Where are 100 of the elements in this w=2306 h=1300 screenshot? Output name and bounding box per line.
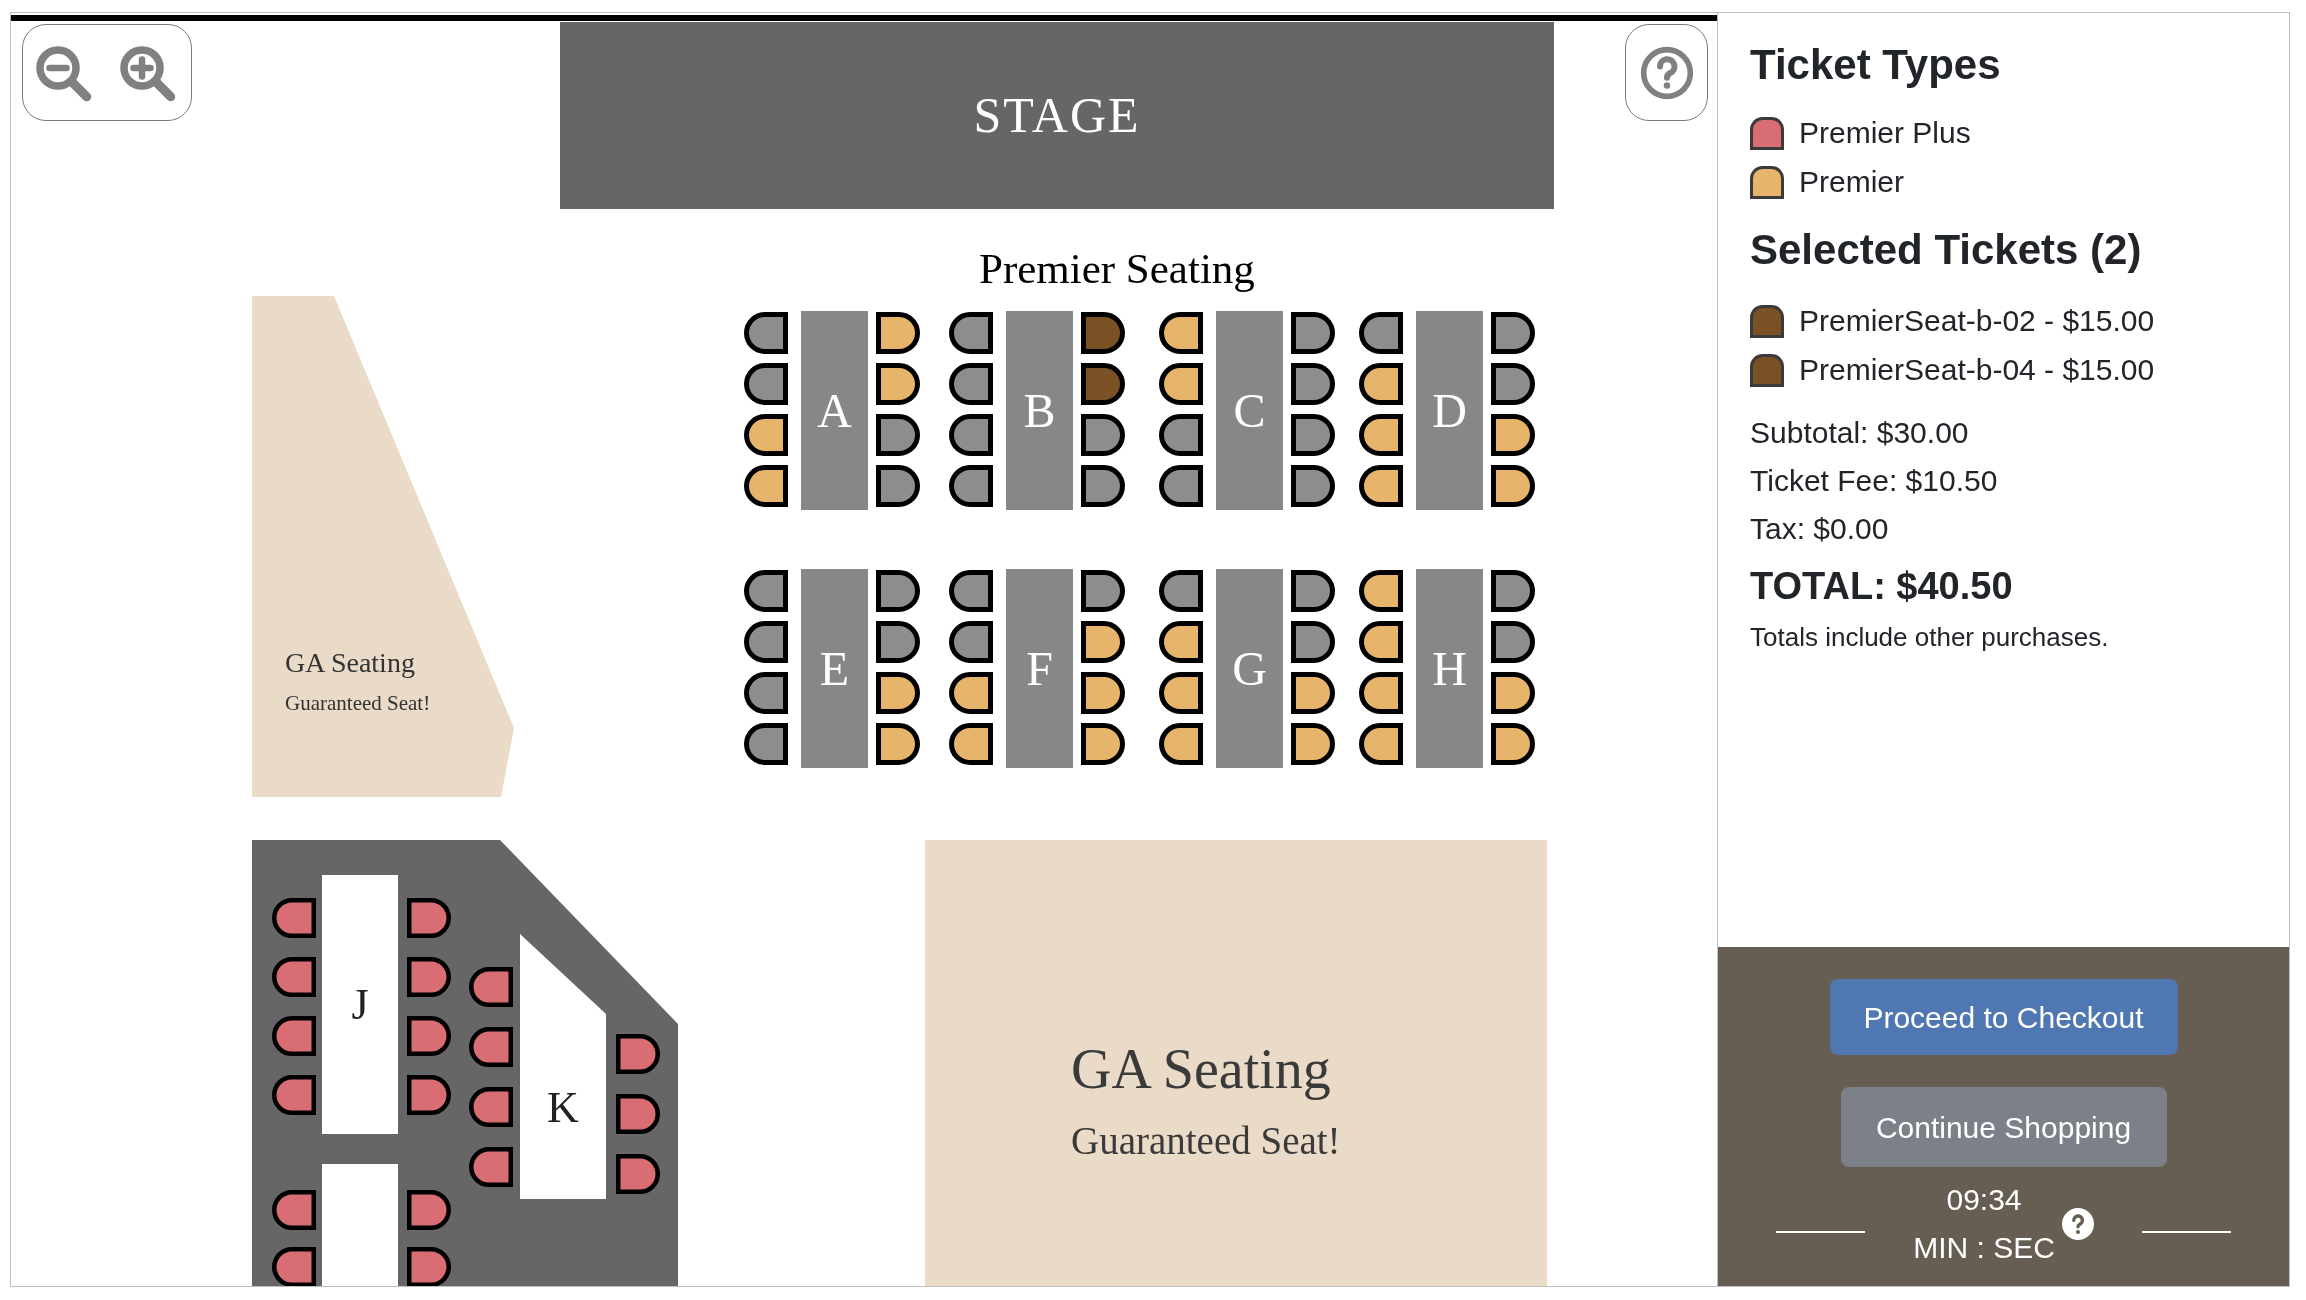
seat-icon[interactable] — [1291, 363, 1335, 405]
seat-icon[interactable] — [1081, 723, 1125, 765]
seat-icon[interactable] — [1359, 312, 1403, 354]
seat-icon[interactable] — [876, 312, 920, 354]
continue-shopping-button[interactable]: Continue Shopping — [1840, 1087, 2167, 1167]
section-title: Selected Tickets (2) — [1750, 225, 2142, 275]
seat-icon[interactable] — [744, 414, 788, 456]
seat-icon[interactable] — [1491, 672, 1535, 714]
seat-icon[interactable] — [744, 465, 788, 507]
ga-seating-area[interactable]: GA Seating Guaranteed Seat! — [925, 840, 1547, 1286]
seat-icon[interactable] — [272, 1075, 316, 1115]
seat-icon[interactable] — [949, 363, 993, 405]
seat-icon[interactable] — [407, 1016, 451, 1056]
seat-icon[interactable] — [469, 1147, 513, 1187]
timer-units: MIN : SEC — [1913, 1230, 2055, 1266]
seat-icon[interactable] — [616, 1154, 660, 1194]
seat-icon[interactable] — [1159, 672, 1203, 714]
help-icon[interactable] — [2061, 1208, 2094, 1240]
seat-icon[interactable] — [1359, 465, 1403, 507]
seat-icon[interactable] — [1491, 414, 1535, 456]
seat-icon[interactable] — [744, 312, 788, 354]
seat-icon[interactable] — [272, 1190, 316, 1230]
seat-icon[interactable] — [272, 898, 316, 938]
seat-icon[interactable] — [876, 672, 920, 714]
seat-icon[interactable] — [876, 465, 920, 507]
table-block: C — [1216, 311, 1283, 510]
seat-icon[interactable] — [949, 312, 993, 354]
seat-icon[interactable] — [744, 570, 788, 612]
table-block: A — [801, 311, 868, 510]
seat-icon[interactable] — [1291, 570, 1335, 612]
seat-icon[interactable] — [407, 957, 451, 997]
help-icon — [1638, 44, 1695, 101]
seat-icon[interactable] — [949, 723, 993, 765]
seat-icon[interactable] — [1491, 465, 1535, 507]
seat-icon[interactable] — [407, 1247, 451, 1286]
seat-icon[interactable] — [407, 898, 451, 938]
seat-icon[interactable] — [949, 672, 993, 714]
seat-icon[interactable] — [1159, 570, 1203, 612]
seat-icon[interactable] — [616, 1094, 660, 1134]
seat-icon[interactable] — [1081, 570, 1125, 612]
seat-icon[interactable] — [1159, 414, 1203, 456]
seat-icon[interactable] — [1491, 621, 1535, 663]
seat-icon[interactable] — [1081, 465, 1125, 507]
help-button[interactable] — [1625, 24, 1708, 121]
seat-icon[interactable] — [949, 465, 993, 507]
seat-icon[interactable] — [1081, 621, 1125, 663]
table-block: B — [1006, 311, 1073, 510]
seat-icon[interactable] — [1291, 723, 1335, 765]
seat-icon[interactable] — [949, 570, 993, 612]
table-block: H — [1416, 569, 1483, 768]
seat-icon[interactable] — [1491, 723, 1535, 765]
seat-icon[interactable] — [744, 363, 788, 405]
seat-icon[interactable] — [272, 1247, 316, 1286]
seat-icon[interactable] — [1291, 621, 1335, 663]
seat-icon[interactable] — [744, 621, 788, 663]
seat-icon[interactable] — [1359, 570, 1403, 612]
seat-icon[interactable] — [407, 1190, 451, 1230]
seat-icon[interactable] — [744, 672, 788, 714]
ga-seating-area[interactable]: GA Seating Guaranteed Seat! — [252, 296, 514, 797]
seat-icon[interactable] — [469, 1087, 513, 1127]
seat-icon[interactable] — [949, 414, 993, 456]
seat-icon[interactable] — [1291, 414, 1335, 456]
table-block: G — [1216, 569, 1283, 768]
seat-icon[interactable] — [1081, 312, 1125, 354]
seat-icon[interactable] — [1359, 363, 1403, 405]
table-block: D — [1416, 311, 1483, 510]
checkout-button[interactable]: Proceed to Checkout — [1829, 979, 2178, 1055]
seat-icon[interactable] — [272, 957, 316, 997]
seat-icon[interactable] — [1081, 414, 1125, 456]
seat-icon[interactable] — [1159, 363, 1203, 405]
timer-value: 09:34 — [1946, 1182, 2022, 1218]
seat-icon[interactable] — [1291, 465, 1335, 507]
seat-icon[interactable] — [949, 621, 993, 663]
seat-icon[interactable] — [272, 1016, 316, 1056]
seat-icon[interactable] — [407, 1075, 451, 1115]
seat-icon[interactable] — [1081, 363, 1125, 405]
seat-icon[interactable] — [1491, 570, 1535, 612]
selected-ticket-label: PremierSeat-b-02 - $15.00 — [1799, 303, 2155, 339]
seat-icon[interactable] — [1159, 621, 1203, 663]
seat-icon[interactable] — [1359, 723, 1403, 765]
seat-icon[interactable] — [1159, 312, 1203, 354]
seat-icon[interactable] — [1081, 672, 1125, 714]
seat-icon[interactable] — [1491, 363, 1535, 405]
seat-icon[interactable] — [1359, 672, 1403, 714]
seat-icon[interactable] — [1359, 621, 1403, 663]
seat-icon[interactable] — [1291, 312, 1335, 354]
seat-icon[interactable] — [1491, 312, 1535, 354]
seat-icon[interactable] — [876, 363, 920, 405]
seat-icon[interactable] — [469, 1027, 513, 1067]
seat-icon[interactable] — [469, 967, 513, 1007]
seat-icon[interactable] — [876, 621, 920, 663]
seat-icon[interactable] — [876, 570, 920, 612]
seat-icon[interactable] — [1159, 465, 1203, 507]
seat-icon[interactable] — [744, 723, 788, 765]
seat-icon[interactable] — [616, 1034, 660, 1074]
seat-icon[interactable] — [1359, 414, 1403, 456]
seat-icon[interactable] — [1159, 723, 1203, 765]
seat-icon[interactable] — [876, 414, 920, 456]
seat-icon[interactable] — [1291, 672, 1335, 714]
seat-icon[interactable] — [876, 723, 920, 765]
